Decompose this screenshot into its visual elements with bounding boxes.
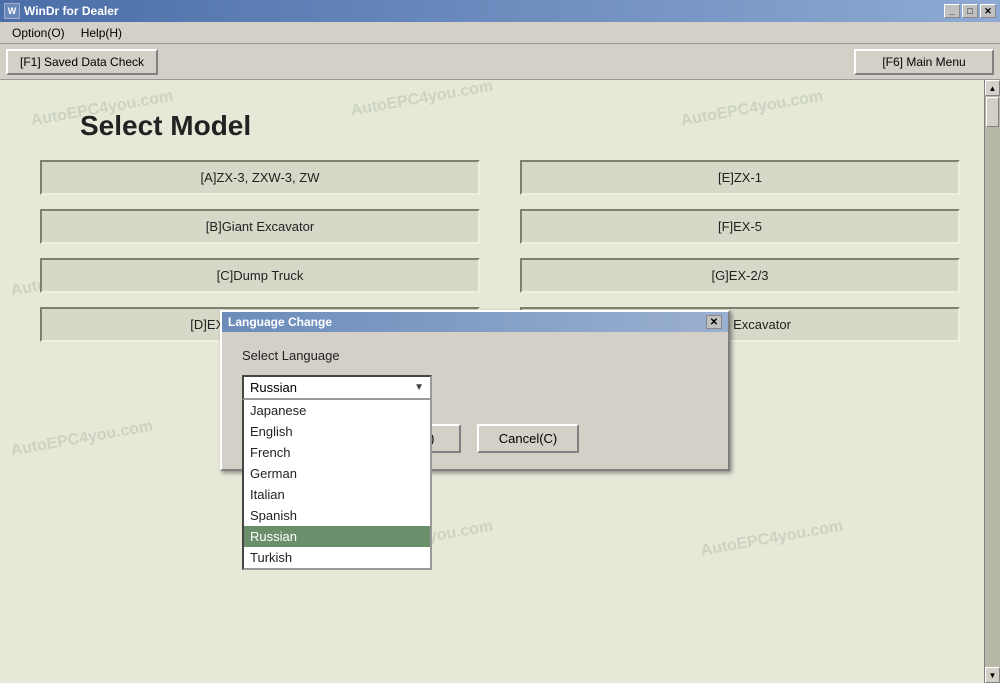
dialog-close-button[interactable]: ✕ xyxy=(706,315,722,329)
dialog-title-bar: Language Change ✕ xyxy=(222,312,728,332)
dialog-overlay: Language Change ✕ Select Language Russia… xyxy=(0,80,1000,683)
lang-option-french[interactable]: French xyxy=(244,442,430,463)
saved-data-check-button[interactable]: [F1] Saved Data Check xyxy=(6,49,158,75)
menu-help[interactable]: Help(H) xyxy=(73,24,130,42)
lang-option-english[interactable]: English xyxy=(244,421,430,442)
lang-option-spanish[interactable]: Spanish xyxy=(244,505,430,526)
dialog-select-language-label: Select Language xyxy=(242,348,708,363)
minimize-button[interactable]: _ xyxy=(944,4,960,18)
dialog-title-text: Language Change xyxy=(228,315,332,329)
selected-language-text: Russian xyxy=(250,380,297,395)
lang-option-german[interactable]: German xyxy=(244,463,430,484)
title-bar: W WinDr for Dealer _ □ ✕ xyxy=(0,0,1000,22)
app-icon: W xyxy=(4,3,20,19)
select-arrow-icon: ▼ xyxy=(414,382,424,393)
close-button[interactable]: ✕ xyxy=(980,4,996,18)
lang-option-russian[interactable]: Russian xyxy=(244,526,430,547)
dialog-body: Select Language Russian ▼ Japanese Engli… xyxy=(222,332,728,469)
maximize-button[interactable]: □ xyxy=(962,4,978,18)
language-select-display[interactable]: Russian ▼ xyxy=(242,375,432,400)
lang-option-italian[interactable]: Italian xyxy=(244,484,430,505)
dialog-cancel-button[interactable]: Cancel(C) xyxy=(477,424,580,453)
toolbar: [F1] Saved Data Check [F6] Main Menu xyxy=(0,44,1000,80)
lang-option-japanese[interactable]: Japanese xyxy=(244,400,430,421)
language-change-dialog: Language Change ✕ Select Language Russia… xyxy=(220,310,730,471)
main-menu-button[interactable]: [F6] Main Menu xyxy=(854,49,994,75)
language-select-wrapper: Russian ▼ Japanese English French German… xyxy=(242,375,432,400)
window-controls: _ □ ✕ xyxy=(944,4,996,18)
language-dropdown-list: Japanese English French German Italian S… xyxy=(242,400,432,570)
lang-option-turkish[interactable]: Turkish xyxy=(244,547,430,568)
menu-bar: Option(O) Help(H) xyxy=(0,22,1000,44)
window-title: WinDr for Dealer xyxy=(24,4,119,18)
main-content: AutoEPC4you.com AutoEPC4you.com AutoEPC4… xyxy=(0,80,1000,683)
menu-option[interactable]: Option(O) xyxy=(4,24,73,42)
